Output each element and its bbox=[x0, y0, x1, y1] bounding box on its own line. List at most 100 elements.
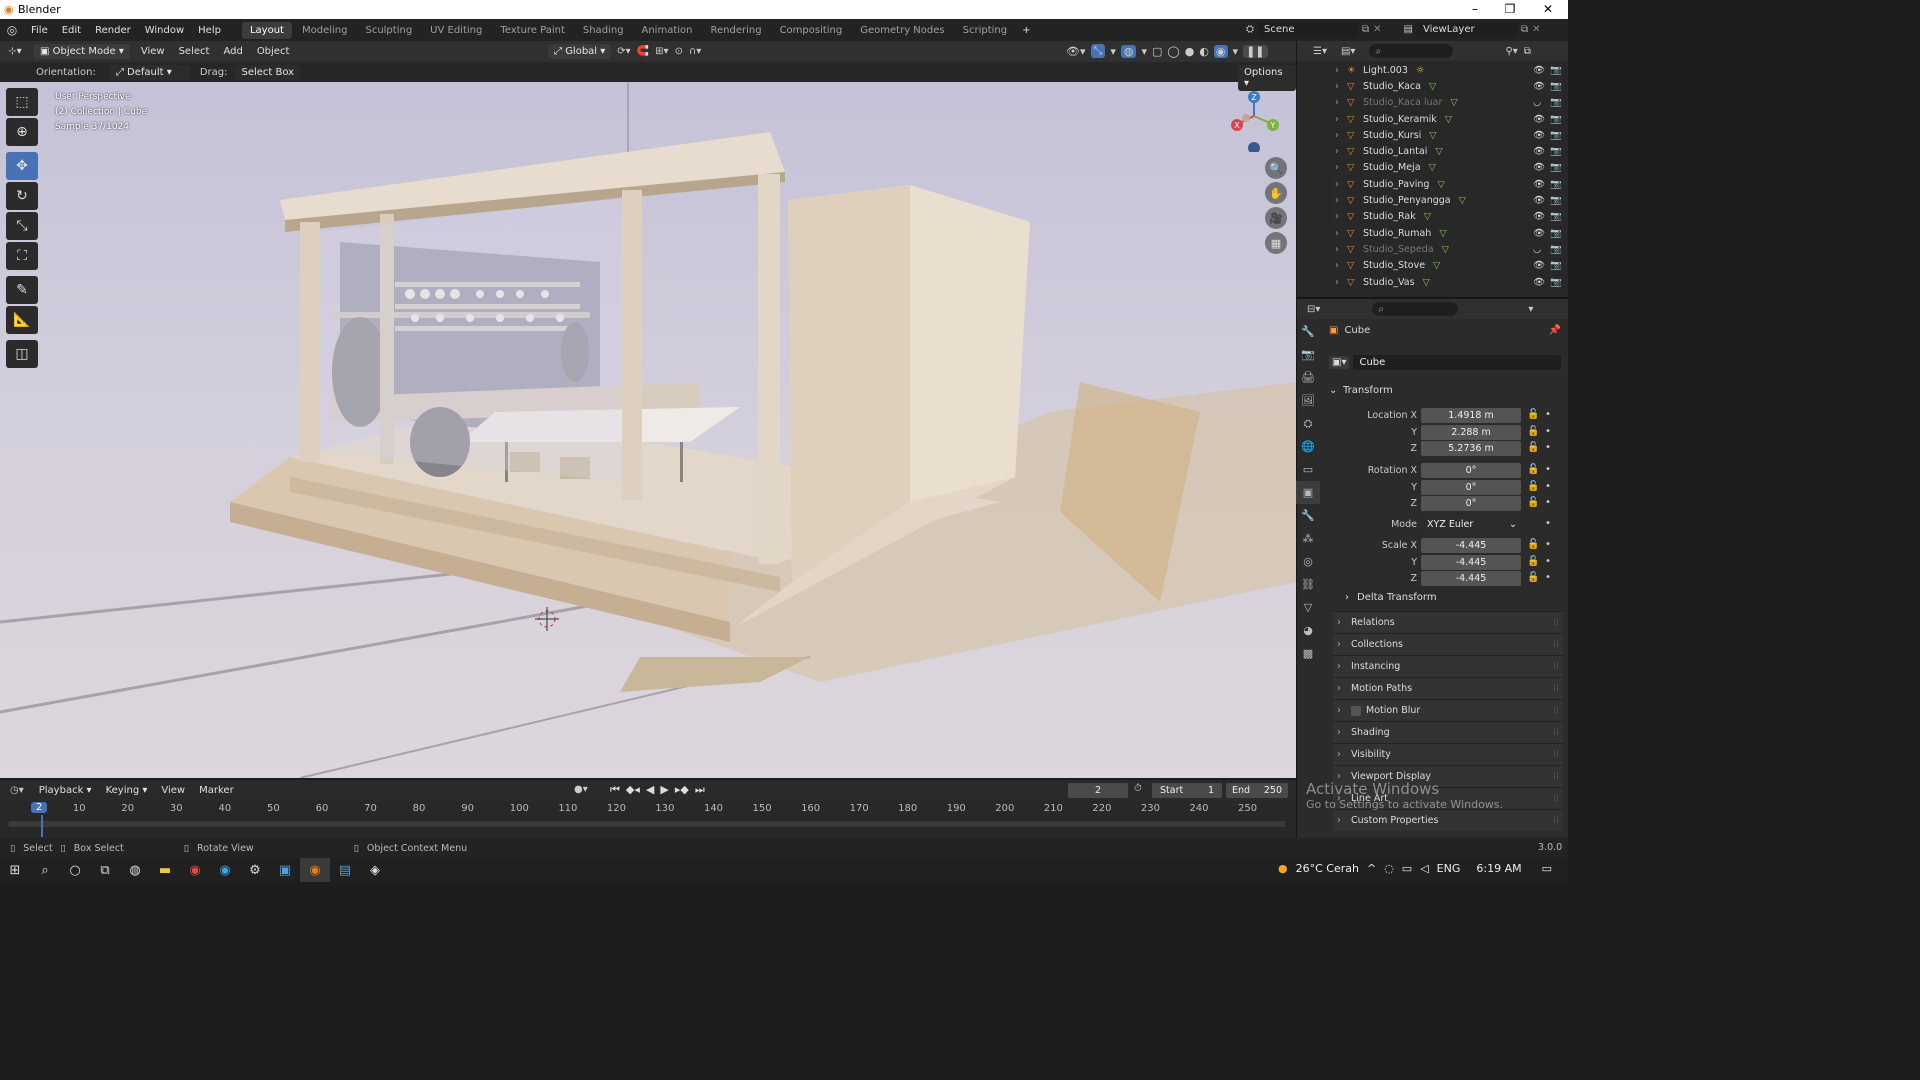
eye-icon[interactable]: 👁 bbox=[1533, 65, 1545, 76]
expand-arrow-icon[interactable]: › bbox=[1335, 260, 1347, 271]
workspace-tab-geometry-nodes[interactable]: Geometry Nodes bbox=[852, 22, 952, 39]
display-mode-icon[interactable]: ▤▾ bbox=[1341, 46, 1355, 57]
expand-arrow-icon[interactable]: › bbox=[1335, 244, 1347, 255]
scene-icon[interactable]: ⛭ bbox=[1246, 24, 1254, 35]
material-shading-icon[interactable]: ◐ bbox=[1199, 45, 1209, 58]
eye-closed-icon[interactable]: ◡ bbox=[1533, 97, 1541, 108]
camera-view-icon[interactable]: 🎥 bbox=[1265, 207, 1287, 229]
keyframe-dot-icon[interactable]: • bbox=[1545, 556, 1551, 567]
lock-icon[interactable]: 🔓 bbox=[1527, 426, 1539, 437]
modifier-tab-icon[interactable]: 🔧 bbox=[1296, 504, 1320, 527]
notification-icon[interactable]: ▭ bbox=[1542, 862, 1552, 875]
pivot-icon[interactable]: ⟳▾ bbox=[617, 46, 630, 57]
select-box-tool-icon[interactable]: ⬚ bbox=[6, 88, 38, 116]
workspace-tab-texture-paint[interactable]: Texture Paint bbox=[492, 22, 573, 39]
eye-icon[interactable]: 👁 bbox=[1533, 195, 1545, 206]
rotation-y-field[interactable]: 0° bbox=[1421, 479, 1521, 495]
output-tab-icon[interactable]: 🖨 bbox=[1296, 366, 1320, 389]
mesh-data-icon[interactable]: ▽ bbox=[1429, 130, 1436, 141]
playhead[interactable]: 2 bbox=[31, 802, 48, 813]
menu-file[interactable]: File bbox=[24, 25, 55, 36]
mesh-data-icon[interactable]: ▽ bbox=[1450, 97, 1457, 108]
outliner-editor-icon[interactable]: ☰▾ bbox=[1313, 46, 1327, 57]
app-icon-2[interactable]: ▤ bbox=[330, 858, 360, 882]
pause-render-icon[interactable]: ❚❚ bbox=[1243, 44, 1268, 58]
keying-menu[interactable]: Keying ▾ bbox=[99, 785, 155, 796]
light-data-icon[interactable]: ☼ bbox=[1416, 65, 1425, 76]
drag-handle-icon[interactable]: ⁞⁞ bbox=[1553, 771, 1559, 782]
expand-arrow-icon[interactable]: › bbox=[1335, 65, 1347, 76]
panel-relations[interactable]: › Relations ⁞⁞ bbox=[1333, 611, 1563, 633]
keyframe-dot-icon[interactable]: • bbox=[1545, 426, 1551, 437]
object-name-field[interactable]: Cube bbox=[1353, 355, 1561, 370]
add-workspace-button[interactable]: + bbox=[1015, 25, 1037, 36]
zoom-icon[interactable]: 🔍 bbox=[1265, 157, 1287, 179]
mesh-data-icon[interactable]: ▽ bbox=[1435, 146, 1442, 157]
drag-handle-icon[interactable]: ⁞⁞ bbox=[1553, 727, 1559, 738]
rendered-shading-icon[interactable]: ◉ bbox=[1213, 44, 1228, 58]
end-frame-field[interactable]: End 250 bbox=[1226, 783, 1288, 798]
playback-menu[interactable]: Playback ▾ bbox=[32, 785, 99, 796]
eye-closed-icon[interactable]: ◡ bbox=[1533, 244, 1541, 255]
rotate-tool-icon[interactable]: ↻ bbox=[6, 182, 38, 210]
mesh-data-icon[interactable]: ▽ bbox=[1437, 179, 1444, 190]
eye-icon[interactable]: 👁 bbox=[1533, 179, 1545, 190]
settings-icon[interactable]: ⚙ bbox=[240, 858, 270, 882]
eye-icon[interactable]: 👁 bbox=[1533, 162, 1545, 173]
navigation-gizmo[interactable]: Z Y X bbox=[1222, 88, 1286, 154]
outliner-item[interactable]: › ▽ Studio_Paving ▽ 👁 📷 bbox=[1297, 176, 1568, 192]
location-y-field[interactable]: 2.288 m bbox=[1421, 424, 1521, 440]
stopwatch-icon[interactable]: ⏱ bbox=[1134, 783, 1142, 794]
menu-help[interactable]: Help bbox=[191, 25, 228, 36]
proportional-edit-icon[interactable]: ⊙ bbox=[675, 46, 683, 57]
properties-editor-icon[interactable]: ⊟▾ bbox=[1307, 304, 1320, 315]
outliner-item[interactable]: › ☀ Light.003 ☼ 👁 📷 bbox=[1297, 62, 1568, 78]
mesh-data-icon[interactable]: ▽ bbox=[1459, 195, 1466, 206]
workspace-tab-modeling[interactable]: Modeling bbox=[294, 22, 356, 39]
camera-render-icon[interactable]: 📷 bbox=[1550, 146, 1562, 157]
blender-taskbar-icon[interactable]: ◉ bbox=[300, 858, 330, 882]
minimize-button[interactable]: – bbox=[1455, 0, 1495, 19]
solid-shading-icon[interactable]: ● bbox=[1185, 45, 1195, 58]
timeline-ruler[interactable]: 10 20 30 40 50 60 70 80 90 100 110 120 130 140 150 160 1… bbox=[0, 801, 1296, 838]
world-tab-icon[interactable]: 🌐 bbox=[1296, 435, 1320, 458]
outliner-item[interactable]: › ▽ Studio_Kaca ▽ 👁 📷 bbox=[1297, 78, 1568, 94]
pin-icon[interactable]: 📌 bbox=[1549, 325, 1561, 336]
expand-arrow-icon[interactable]: › bbox=[1335, 81, 1347, 92]
camera-render-icon[interactable]: 📷 bbox=[1550, 162, 1562, 173]
orientation-dropdown[interactable]: ⤢ Default ▾ bbox=[109, 64, 190, 80]
gizmo-dropdown-icon[interactable]: ▾ bbox=[1110, 45, 1116, 58]
scale-x-field[interactable]: -4.445 bbox=[1421, 538, 1521, 553]
menu-edit[interactable]: Edit bbox=[55, 25, 88, 36]
view-layer-icon[interactable]: ▤ bbox=[1404, 24, 1413, 35]
drag-handle-icon[interactable]: ⁞⁞ bbox=[1553, 639, 1559, 650]
panel-shading[interactable]: › Shading ⁞⁞ bbox=[1333, 721, 1563, 743]
workspace-tab-scripting[interactable]: Scripting bbox=[955, 22, 1015, 39]
workspace-tab-uv-editing[interactable]: UV Editing bbox=[422, 22, 490, 39]
menu-window[interactable]: Window bbox=[138, 25, 191, 36]
blender-menu-icon[interactable]: ◎ bbox=[0, 23, 24, 37]
constraints-tab-icon[interactable]: ⛓ bbox=[1296, 573, 1320, 596]
mesh-data-icon[interactable]: ▽ bbox=[1429, 81, 1436, 92]
expand-arrow-icon[interactable]: › bbox=[1335, 114, 1347, 125]
chrome-alt-icon[interactable]: ◉ bbox=[210, 858, 240, 882]
language-label[interactable]: ENG bbox=[1437, 862, 1461, 875]
lock-icon[interactable]: 🔓 bbox=[1527, 539, 1539, 550]
overlay-toggle-icon[interactable]: ◍ bbox=[1120, 44, 1137, 58]
rotation-z-field[interactable]: 0° bbox=[1421, 496, 1521, 511]
scale-y-field[interactable]: -4.445 bbox=[1421, 554, 1521, 570]
timeline-scrollbar[interactable] bbox=[8, 821, 1286, 827]
ortho-grid-icon[interactable]: ▦ bbox=[1265, 232, 1287, 254]
rotation-x-field[interactable]: 0° bbox=[1421, 463, 1521, 478]
cursor-tool-icon[interactable]: ⊕ bbox=[6, 118, 38, 146]
keyframe-dot-icon[interactable]: • bbox=[1545, 518, 1551, 529]
mesh-data-icon[interactable]: ▽ bbox=[1424, 211, 1431, 222]
physics-tab-icon[interactable]: ◎ bbox=[1296, 550, 1320, 573]
view-layer-field[interactable]: ViewLayer bbox=[1416, 22, 1517, 37]
workspace-tab-sculpting[interactable]: Sculpting bbox=[357, 22, 420, 39]
marker-menu[interactable]: Marker bbox=[192, 785, 241, 796]
material-tab-icon[interactable]: ◕ bbox=[1296, 619, 1320, 642]
remove-view-layer-icon[interactable]: ✕ bbox=[1532, 24, 1540, 35]
close-button[interactable]: ✕ bbox=[1528, 0, 1568, 19]
view-layer-tab-icon[interactable]: 🖼 bbox=[1296, 389, 1320, 412]
